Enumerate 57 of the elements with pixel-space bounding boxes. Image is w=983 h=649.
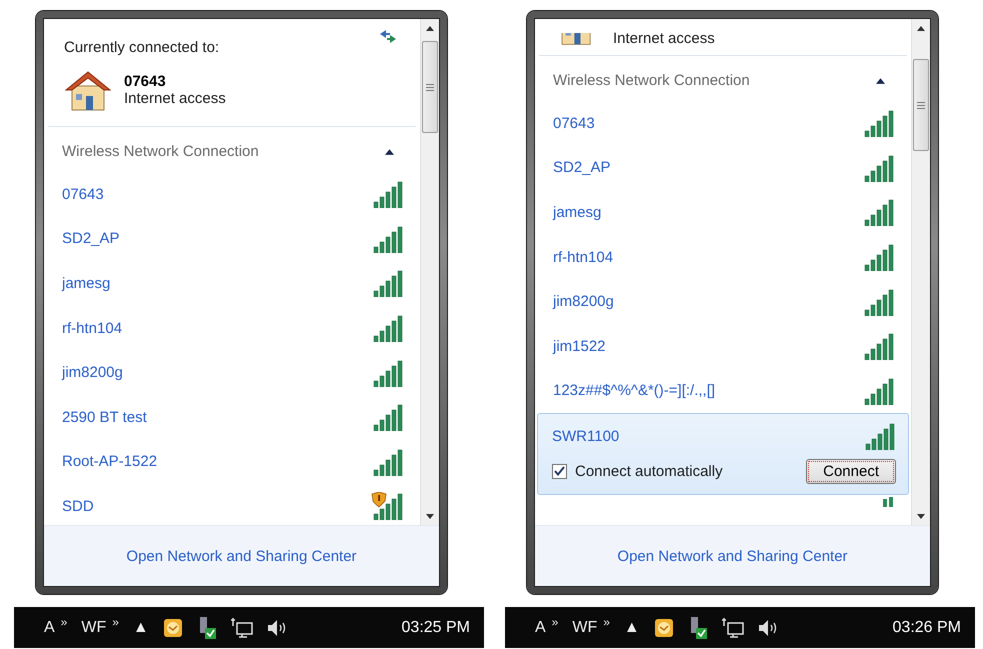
- network-item[interactable]: jamesg: [48, 261, 416, 306]
- connect-automatically-checkbox[interactable]: Connect automatically: [552, 462, 723, 480]
- network-icon[interactable]: [230, 618, 253, 638]
- scrollbar[interactable]: [420, 19, 439, 525]
- network-item[interactable]: 07643: [48, 172, 416, 217]
- connected-heading: Currently connected to:: [64, 39, 220, 56]
- scroll-down-arrow-icon[interactable]: [426, 514, 434, 518]
- network-item[interactable]: rf-htn104: [48, 306, 416, 350]
- network-item[interactable]: SD2_AP: [48, 216, 416, 262]
- taskbar-item[interactable]: ▲: [132, 618, 149, 636]
- scroll-up-arrow-icon[interactable]: [426, 26, 434, 30]
- taskbar-item[interactable]: ▲: [624, 618, 640, 636]
- network-item[interactable]: 07643: [539, 101, 907, 146]
- network-item[interactable]: jim8200g: [48, 350, 416, 395]
- network-item[interactable]: jim1522: [539, 324, 907, 369]
- network-item[interactable]: Root-AP-1522: [48, 440, 416, 484]
- clock-tray-icon[interactable]: [654, 618, 674, 638]
- network-sharing-center-link[interactable]: Open Network and Sharing Center: [617, 548, 848, 564]
- signal-warning-icon: [370, 492, 404, 520]
- clock-tray-icon[interactable]: [162, 618, 183, 638]
- network-item[interactable]: rf-htn104: [539, 234, 907, 280]
- clock-time[interactable]: 03:25 PM: [402, 618, 470, 636]
- section-title: Wireless Network Connection: [553, 72, 750, 89]
- grip-icon: [917, 102, 925, 108]
- section-title: Wireless Network Connection: [62, 143, 259, 160]
- taskbar-item[interactable]: »: [552, 615, 558, 629]
- network-item[interactable]: jamesg: [539, 190, 907, 235]
- network-item[interactable]: jim8200g: [539, 279, 907, 324]
- signal-icon: [883, 496, 893, 507]
- taskbar-item[interactable]: »: [112, 615, 119, 629]
- collapse-chevron-icon[interactable]: [385, 148, 394, 154]
- taskbar-item[interactable]: WF: [81, 618, 106, 636]
- checkmark-icon: [554, 466, 565, 476]
- collapse-chevron-icon[interactable]: [876, 78, 885, 84]
- clock-time[interactable]: 03:26 PM: [892, 618, 961, 636]
- connect-button[interactable]: Connect: [806, 458, 896, 484]
- taskbar-item[interactable]: A: [44, 618, 55, 636]
- scrollbar[interactable]: [911, 19, 930, 525]
- taskbar-item[interactable]: »: [60, 615, 68, 629]
- network-item[interactable]: SWR1100 Connect automatically Connect: [537, 413, 909, 495]
- scroll-up-arrow-icon[interactable]: [917, 26, 925, 30]
- connection-status: Internet access: [613, 30, 715, 47]
- connection-status: Internet access: [124, 90, 226, 107]
- network-item[interactable]: SD2_AP: [539, 146, 907, 190]
- scroll-down-arrow-icon[interactable]: [917, 514, 925, 518]
- taskbar-item[interactable]: WF: [572, 618, 598, 636]
- network-name: SWR1100: [552, 428, 620, 445]
- network-icon[interactable]: [722, 618, 744, 638]
- network-item[interactable]: SDD: [48, 484, 416, 525]
- grip-icon: [426, 84, 434, 90]
- taskbar-item[interactable]: A: [535, 618, 546, 636]
- network-item[interactable]: 123z##$^%^&*()-=][:/.,,[]: [539, 368, 907, 414]
- taskbar-item[interactable]: »: [603, 615, 610, 629]
- network-item[interactable]: 2590 BT test: [48, 394, 416, 440]
- refresh-icon[interactable]: [378, 29, 398, 45]
- connected-network-name: 07643: [124, 73, 167, 90]
- network-sharing-center-link[interactable]: Open Network and Sharing Center: [126, 548, 357, 564]
